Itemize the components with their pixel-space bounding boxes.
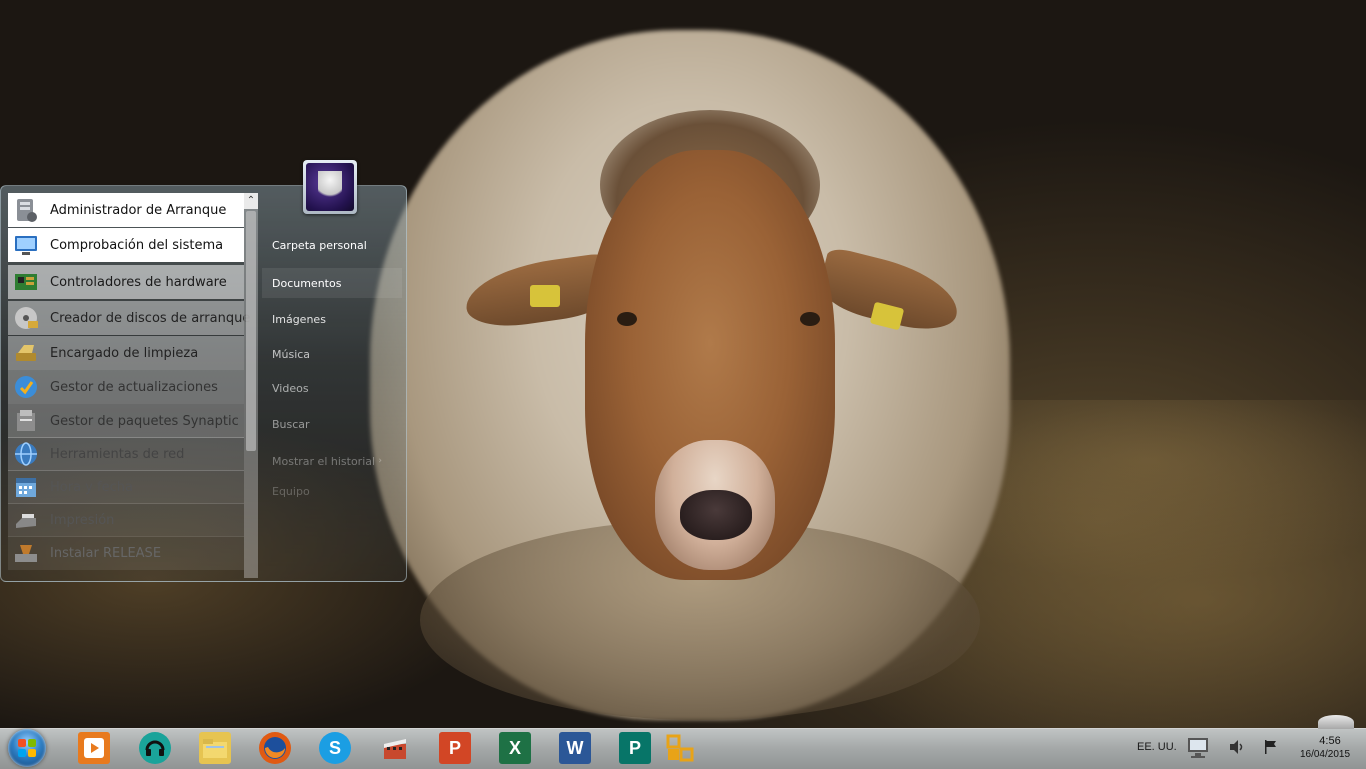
word-glyph: W (566, 737, 584, 758)
scroll-up-button[interactable]: ⌃ (244, 193, 258, 209)
place-label: Carpeta personal (272, 238, 367, 252)
firefox-icon[interactable] (259, 732, 291, 764)
recycle-bin-icon[interactable] (1318, 715, 1354, 729)
place-item-videos[interactable]: Videos (262, 373, 402, 403)
volume-icon[interactable] (1228, 739, 1246, 759)
sheep-eye (617, 312, 637, 326)
language-indicator[interactable]: EE. UU. (1137, 741, 1177, 753)
clock-time[interactable]: 4:56 (1300, 735, 1360, 747)
powerpoint-icon[interactable]: P (439, 732, 471, 764)
clock-date[interactable]: 16/04/2015 (1288, 749, 1362, 760)
excel-icon[interactable]: X (499, 732, 531, 764)
place-label: Equipo (272, 484, 310, 498)
place-item-history[interactable]: Mostrar el historial › (262, 446, 402, 476)
boot-manager-icon (12, 196, 40, 224)
office-upload-icon[interactable] (664, 732, 696, 764)
program-label: Herramientas de red (50, 446, 185, 462)
place-label: Música (272, 347, 311, 361)
word-icon[interactable]: W (559, 732, 591, 764)
boot-disk-creator-icon (12, 304, 40, 332)
system-check-icon (12, 231, 40, 259)
publisher-glyph: P (628, 737, 641, 758)
program-label: Encargado de limpieza (50, 345, 199, 361)
program-label: Comprobación del sistema (50, 237, 224, 253)
publisher-icon[interactable]: P (619, 732, 651, 764)
program-label: Gestor de actualizaciones (50, 379, 218, 395)
powerpoint-glyph: P (448, 737, 461, 758)
astronaut-icon (306, 163, 354, 211)
place-label: Videos (272, 381, 309, 395)
program-item[interactable]: Hora y fecha (8, 470, 244, 504)
place-label: Buscar (272, 417, 310, 431)
installer-icon (12, 539, 40, 567)
place-item-computer[interactable]: Equipo (262, 476, 402, 506)
network-icon[interactable] (1185, 735, 1213, 765)
program-label: Hora y fecha (50, 479, 133, 495)
network-tools-icon (12, 440, 40, 468)
windows-media-player-icon[interactable] (78, 732, 110, 764)
program-label: Administrador de Arranque (50, 202, 227, 218)
submenu-arrow-icon: › (378, 456, 382, 466)
program-label: Gestor de paquetes Synaptic (50, 413, 239, 429)
user-avatar[interactable] (303, 160, 357, 214)
windows-logo-icon (18, 739, 36, 757)
hardware-drivers-icon (12, 268, 40, 296)
program-label: Impresión (50, 512, 115, 528)
program-item[interactable]: Impresión (8, 503, 244, 537)
sheep-nose (680, 490, 752, 540)
program-item[interactable]: Administrador de Arranque (8, 193, 244, 227)
media-headphones-icon[interactable] (139, 732, 171, 764)
clapperboard-icon[interactable] (379, 732, 411, 764)
update-manager-icon (12, 373, 40, 401)
place-label: Mostrar el historial (272, 454, 376, 468)
scroll-thumb[interactable] (246, 211, 256, 451)
sheep-eye (800, 312, 820, 326)
place-item-music[interactable]: Música (262, 339, 402, 369)
action-center-flag-icon[interactable] (1263, 739, 1279, 759)
file-explorer-icon[interactable] (199, 732, 231, 764)
program-item[interactable]: Gestor de paquetes Synaptic (8, 404, 244, 438)
ear-tag (530, 285, 560, 307)
program-item[interactable]: Creador de discos de arranque (8, 301, 250, 335)
synaptic-icon (12, 407, 40, 435)
excel-glyph: X (508, 737, 521, 758)
places-list: Carpeta personal Documentos Imágenes Mús… (262, 230, 405, 510)
place-label: Documentos (272, 276, 342, 290)
skype-icon[interactable]: S (319, 732, 351, 764)
program-label: Creador de discos de arranque (50, 310, 251, 326)
place-item-pictures[interactable]: Imágenes (262, 304, 402, 334)
place-label: Imágenes (272, 312, 326, 326)
programs-scrollbar[interactable]: ⌃ (244, 193, 258, 578)
program-item[interactable]: Herramientas de red (8, 437, 244, 471)
start-button[interactable] (8, 729, 46, 767)
program-item[interactable]: Comprobación del sistema (8, 228, 244, 262)
place-item-search[interactable]: Buscar (262, 409, 402, 439)
program-item[interactable]: Encargado de limpieza (8, 336, 244, 370)
programs-list: Administrador de Arranque Comprobación d… (8, 193, 260, 578)
date-time-icon (12, 473, 40, 501)
program-item[interactable]: Gestor de actualizaciones (8, 370, 244, 404)
skype-glyph: S (328, 737, 341, 758)
program-item[interactable]: Controladores de hardware (8, 265, 244, 299)
printer-icon (12, 506, 40, 534)
program-item[interactable]: Instalar RELEASE (8, 536, 244, 570)
place-item-documents[interactable]: Documentos (262, 268, 402, 298)
program-label: Controladores de hardware (50, 274, 227, 290)
place-item-home[interactable]: Carpeta personal (262, 230, 402, 260)
cleanup-icon (12, 339, 40, 367)
program-label: Instalar RELEASE (50, 545, 162, 561)
